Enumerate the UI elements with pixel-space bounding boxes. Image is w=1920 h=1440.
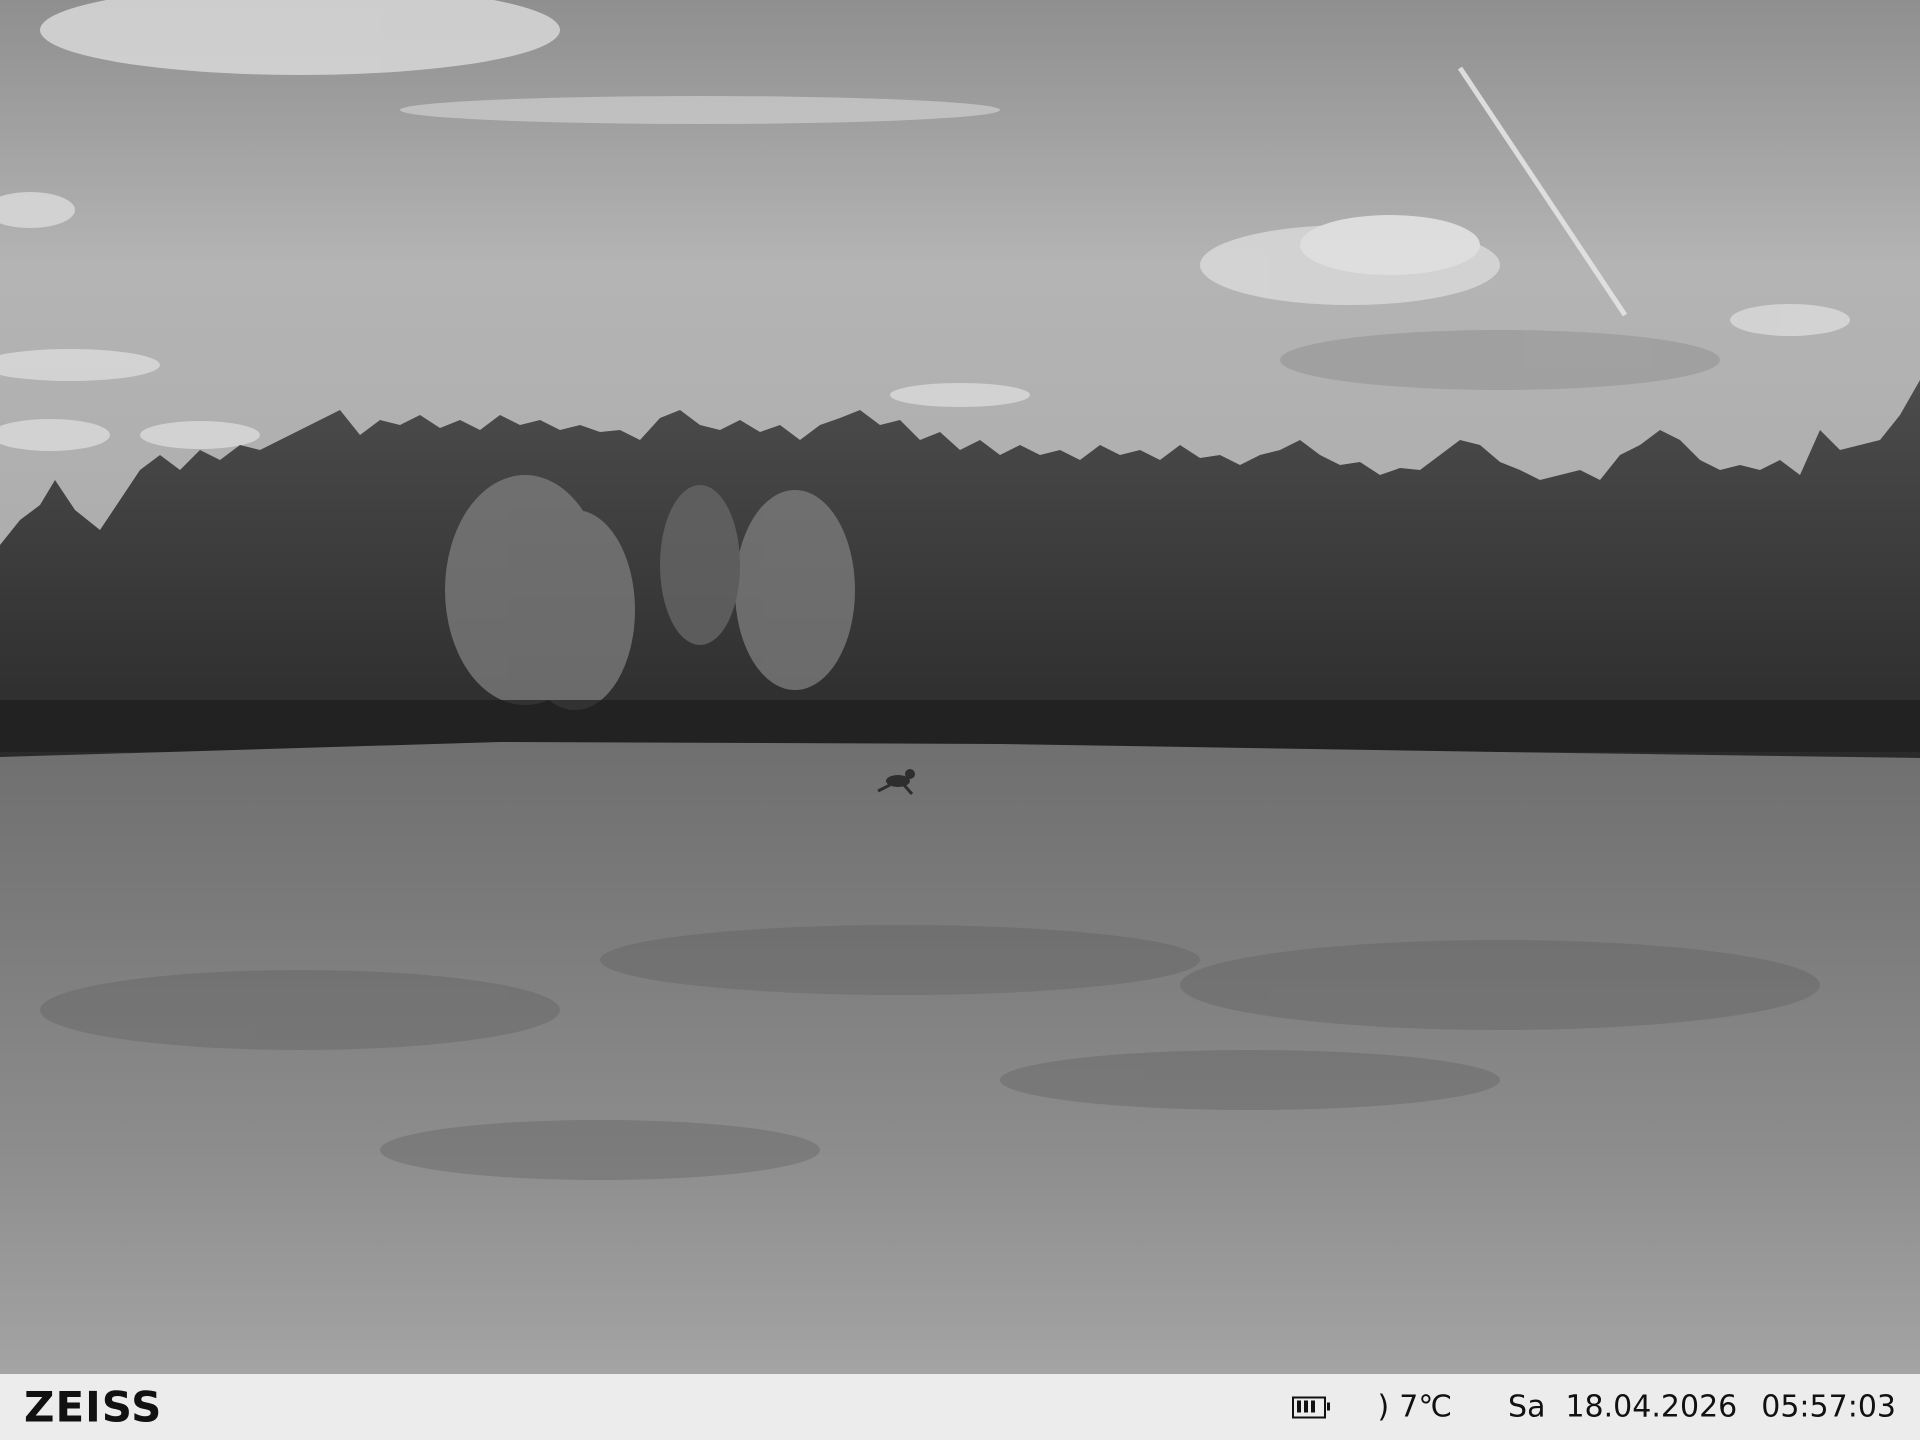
time-stamp: 05:57:03 — [1761, 1389, 1896, 1425]
scene-illustration — [0, 0, 1920, 1374]
weekday-label: Sa — [1508, 1389, 1546, 1425]
meadow — [0, 742, 1920, 1374]
moon-phase-icon: ) — [1377, 1389, 1390, 1425]
date-stamp: 18.04.2026 — [1565, 1389, 1738, 1425]
trail-camera-photo — [0, 0, 1920, 1374]
battery-icon — [1291, 1396, 1330, 1418]
brand-logo: ZEISS — [24, 1382, 163, 1432]
temperature-readout: 7℃ — [1399, 1389, 1453, 1425]
camera-info-bar: ZEISS ) 7℃ Sa 18.04.2026 05:57:03 — [0, 1374, 1920, 1440]
camera-status: ) 7℃ Sa 18.04.2026 05:57:03 — [1291, 1389, 1896, 1425]
trail-camera-frame: ZEISS ) 7℃ Sa 18.04.2026 05:57:03 — [0, 0, 1920, 1440]
